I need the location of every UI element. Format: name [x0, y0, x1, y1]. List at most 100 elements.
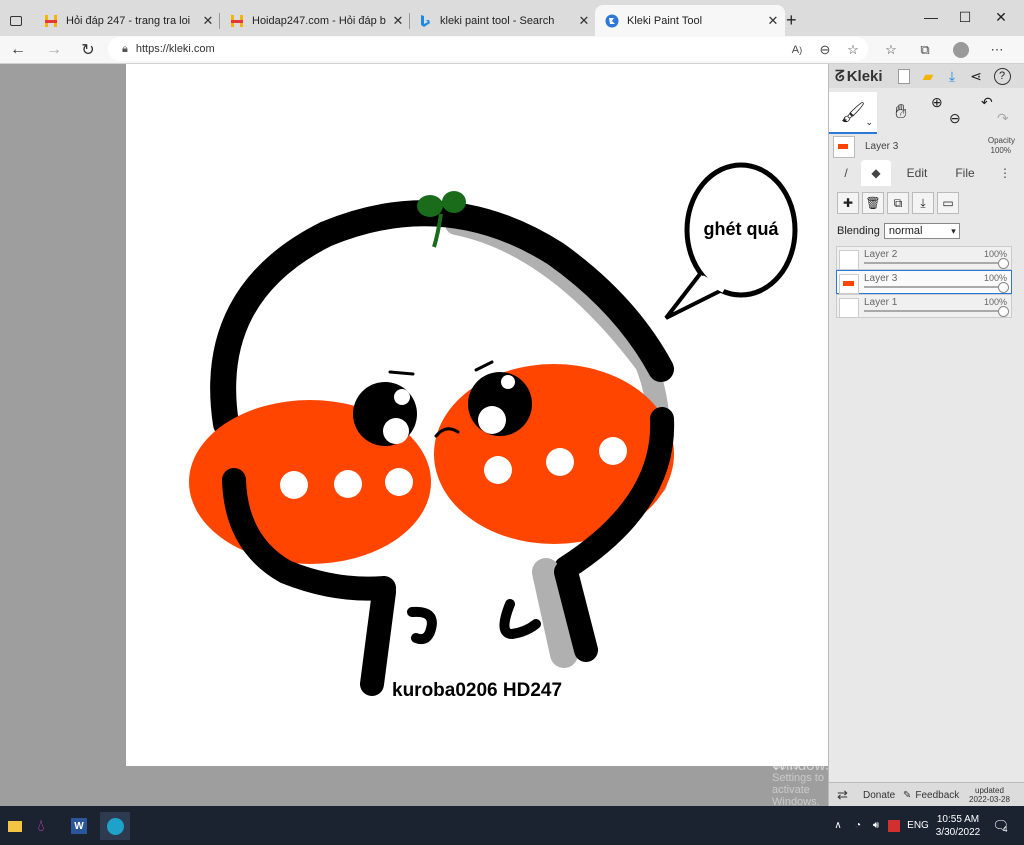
tab-file[interactable]: File — [947, 160, 983, 186]
tab-title: Hoidap247.com - Hỏi đáp bài tậ — [252, 14, 386, 27]
hoidap-logo-icon — [44, 14, 58, 28]
open-folder-icon[interactable]: ▰ — [917, 66, 939, 86]
add-layer-icon[interactable]: ✚ — [837, 192, 859, 214]
zoom-out-icon[interactable]: ⊖ — [812, 36, 838, 63]
browser-tab-active[interactable]: Kleki Paint Tool ✕ — [595, 5, 785, 36]
panel-tabs: / ◆ Edit File ⋮ — [829, 160, 1024, 186]
close-tab-icon[interactable]: ✕ — [196, 13, 220, 29]
updated-date: 2022-03-28 — [969, 795, 1010, 804]
add-favorite-icon[interactable]: ☆ — [840, 36, 866, 63]
address-toolbar: ← → ↻ 🔒︎ https://kleki.com A) ⊖ ☆ ☆ ⧉ ⋯ — [0, 36, 1024, 64]
more-menu-icon[interactable]: ⋯ — [984, 36, 1010, 63]
language-indicator[interactable]: ENG — [906, 806, 930, 845]
close-tab-icon[interactable]: ✕ — [761, 13, 785, 29]
donate-button[interactable]: Donate — [863, 783, 895, 807]
rename-layer-icon[interactable]: ▭ — [937, 192, 959, 214]
close-icon[interactable]: ✕ — [978, 0, 1024, 34]
browser-tab[interactable]: Hỏi đáp 247 - trang tra loi ✕ — [34, 5, 220, 36]
collections-icon[interactable]: ⧉ — [912, 36, 938, 63]
network-icon[interactable]: ◔ — [850, 806, 866, 845]
new-tab-button[interactable]: + — [786, 5, 806, 36]
swap-side-icon[interactable]: ⇄ — [837, 783, 848, 807]
layer-item-selected[interactable]: Layer 3 100% — [836, 270, 1012, 294]
forward-icon[interactable]: → — [40, 36, 68, 63]
clock-time: 10:55 AM — [936, 813, 980, 825]
paint-drop-icon[interactable]: 💧︎ — [26, 812, 56, 840]
zoom-in-icon[interactable]: ⊕ — [931, 94, 943, 111]
layer-item[interactable]: Layer 2 100% — [836, 246, 1012, 270]
kleki-icon — [605, 14, 619, 28]
opacity-slider-handle[interactable] — [998, 258, 1009, 269]
tab-edit[interactable]: Edit — [899, 160, 935, 186]
favorites-icon[interactable]: ☆ — [878, 36, 904, 63]
merge-down-icon[interactable]: ⤓ — [912, 192, 934, 214]
opacity-slider-track — [864, 286, 1005, 288]
drawing-canvas[interactable]: ghét quá kuroba0206 HD247 — [126, 64, 828, 766]
current-layer-info: Layer 3 Opacity 100% — [829, 134, 1024, 160]
brush-icon: 🖌︎ — [840, 101, 866, 124]
delete-layer-icon[interactable]: 🗑︎ — [862, 192, 884, 214]
blending-row: Blending normal ▾ — [837, 222, 1017, 240]
help-icon[interactable]: ? — [991, 66, 1013, 86]
browser-tab[interactable]: kleki paint tool - Search ✕ — [408, 5, 596, 36]
chevron-down-icon: ▾ — [951, 225, 956, 236]
edge-icon[interactable] — [100, 812, 130, 840]
blending-value: normal — [888, 225, 923, 237]
feedback-button[interactable]: ✎ Feedback — [903, 783, 959, 807]
tab-actions-button[interactable] — [4, 5, 30, 36]
tab-layers[interactable]: ◆ — [861, 160, 891, 186]
notifications-icon[interactable]: 🗨︎ 4 — [988, 806, 1012, 845]
more-options-icon[interactable]: ⋮ — [995, 160, 1015, 186]
blending-select[interactable]: normal ▾ — [883, 223, 960, 239]
profile-avatar-icon[interactable] — [948, 36, 974, 63]
tool-row: 🖌︎ ⌄ ✋︎ ⊕ ⊖ ↶ ↷ — [829, 92, 1024, 134]
hand-tool-button[interactable]: ✋︎ — [881, 92, 921, 132]
tab-title: Hỏi đáp 247 - trang tra loi — [66, 14, 191, 27]
refresh-icon[interactable]: ↻ — [74, 36, 102, 63]
tab-actions-icon — [10, 15, 22, 26]
layer-actions: ✚ 🗑︎ ⧉ ⤓ ▭ — [829, 192, 1024, 216]
layer-thumbnail — [839, 298, 859, 318]
tab-brush[interactable]: / — [833, 160, 859, 186]
redo-icon[interactable]: ↷ — [997, 110, 1009, 127]
url-text: https://kleki.com — [135, 43, 215, 55]
drawing-artwork — [189, 162, 798, 696]
layers-icon: ◆ — [871, 166, 881, 180]
brush-tool-button[interactable]: 🖌︎ ⌄ — [829, 92, 877, 134]
address-bar[interactable]: 🔒︎ https://kleki.com — [108, 37, 868, 61]
layer-name: Layer 2 — [864, 249, 898, 260]
back-icon[interactable]: ← — [4, 36, 32, 63]
clock[interactable]: 10:55 AM 3/30/2022 — [932, 806, 984, 845]
speech-bubble-text: ghét quá — [703, 219, 779, 239]
layer-item[interactable]: Layer 1 100% — [836, 294, 1012, 318]
layer-name: Layer 1 — [864, 297, 898, 308]
close-tab-icon[interactable]: ✕ — [572, 13, 596, 29]
new-image-icon[interactable] — [893, 66, 915, 86]
activate-windows-hint: Go to Settings to activate Windows. — [772, 760, 824, 808]
download-icon[interactable]: ⤓ — [941, 66, 963, 86]
hoidap-logo-icon — [230, 14, 244, 28]
opacity-slider-handle[interactable] — [998, 282, 1009, 293]
layer-thumbnail — [839, 274, 859, 294]
read-aloud-icon[interactable]: A) — [784, 36, 810, 63]
share-icon[interactable]: ⋖ — [965, 66, 987, 86]
opacity-slider-handle[interactable] — [998, 306, 1009, 317]
opacity-label: Opacity — [987, 136, 1015, 145]
close-tab-icon[interactable]: ✕ — [386, 13, 410, 29]
opacity-slider-track — [864, 262, 1005, 264]
undo-icon[interactable]: ↶ — [981, 94, 993, 111]
opacity-slider-track — [864, 310, 1005, 312]
lock-icon: 🔒︎ — [122, 42, 128, 55]
chevron-up-icon[interactable]: ∧ — [830, 806, 846, 845]
duplicate-layer-icon[interactable]: ⧉ — [887, 192, 909, 214]
antivirus-icon[interactable] — [886, 806, 902, 845]
kleki-side-panel: ᘔ Kleki ▰ ⤓ ⋖ ? 🖌︎ ⌄ ✋︎ ⊕ ⊖ ↶ ↷ Layer 3 … — [828, 64, 1024, 807]
volume-icon[interactable]: 🔊︎ — [868, 806, 884, 845]
current-layer-name: Layer 3 — [865, 141, 899, 152]
canvas-area[interactable]: ghét quá kuroba0206 HD247 Activate Windo… — [0, 64, 833, 808]
word-icon[interactable]: W — [64, 812, 94, 840]
layer-thumbnail — [839, 250, 859, 270]
clock-date: 3/30/2022 — [935, 826, 981, 838]
zoom-out-icon[interactable]: ⊖ — [949, 110, 961, 127]
browser-tab[interactable]: Hoidap247.com - Hỏi đáp bài tậ ✕ — [220, 5, 410, 36]
